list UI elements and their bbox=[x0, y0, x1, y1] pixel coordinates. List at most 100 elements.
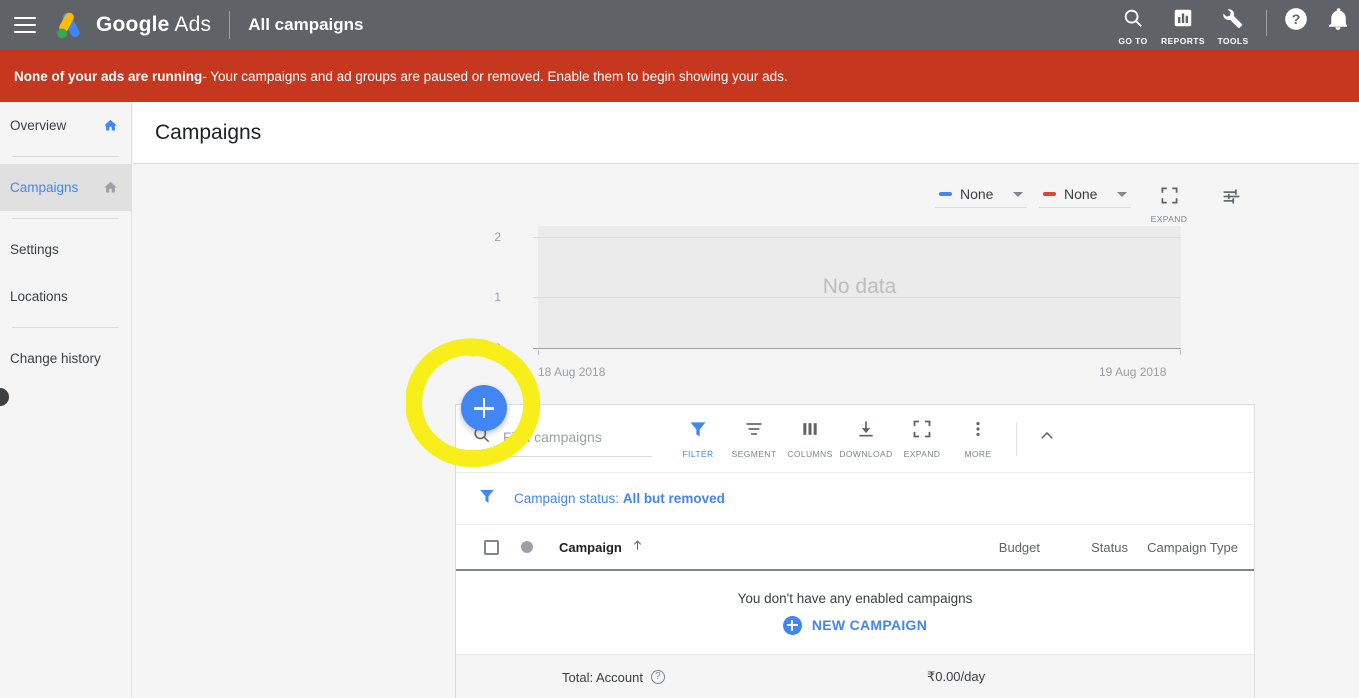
chart-ytick-1: 1 bbox=[494, 290, 501, 304]
chevron-down-icon bbox=[1013, 191, 1023, 197]
reports-button[interactable]: REPORTS bbox=[1158, 7, 1208, 46]
sidebar-item-campaigns[interactable]: Campaigns bbox=[0, 164, 131, 211]
download-icon bbox=[856, 419, 876, 444]
table-total-row: Total: Account ? ₹0.00/day bbox=[456, 655, 1254, 698]
total-account-value: ₹0.00/day bbox=[926, 669, 986, 684]
notifications-button[interactable] bbox=[1317, 0, 1359, 46]
sidebar-item-label: Overview bbox=[10, 118, 67, 133]
svg-text:?: ? bbox=[1292, 10, 1301, 26]
chart-tune-button[interactable] bbox=[1207, 186, 1255, 212]
table-tool-buttons: FILTER SEGMENT COLUMNS DOWNLOAD EXPAND M… bbox=[670, 419, 1067, 459]
sidebar-item-change-history[interactable]: Change history bbox=[0, 335, 131, 382]
table-expand-label: EXPAND bbox=[903, 448, 941, 459]
goto-button[interactable]: GO TO bbox=[1108, 7, 1158, 46]
chart-no-data-message: No data bbox=[822, 275, 897, 298]
segment-label: SEGMENT bbox=[731, 448, 777, 459]
help-button[interactable]: ? bbox=[1275, 0, 1317, 46]
filter-label: FILTER bbox=[682, 448, 714, 459]
help-question-icon: ? bbox=[1283, 6, 1309, 37]
sidebar-item-overview[interactable]: Overview bbox=[0, 102, 131, 149]
expand-icon bbox=[1160, 186, 1179, 210]
download-button[interactable]: DOWNLOAD bbox=[838, 419, 894, 459]
collapse-panel-button[interactable] bbox=[1027, 427, 1067, 450]
sidebar-divider bbox=[12, 156, 119, 157]
chart-xtick-label-start: 18 Aug 2018 bbox=[538, 365, 606, 379]
metric-primary-value: None bbox=[960, 186, 994, 202]
chart-xtick-mark bbox=[1180, 350, 1181, 355]
columns-button[interactable]: COLUMNS bbox=[782, 419, 838, 459]
select-all-checkbox[interactable] bbox=[484, 539, 499, 555]
more-button[interactable]: MORE bbox=[950, 419, 1006, 459]
sidebar-item-locations[interactable]: Locations bbox=[0, 273, 131, 320]
new-campaign-fab[interactable] bbox=[461, 385, 507, 431]
metric-color-swatch-blue bbox=[939, 192, 952, 196]
goto-label: GO TO bbox=[1118, 36, 1148, 46]
column-header-campaign[interactable]: Campaign bbox=[559, 539, 644, 555]
reports-label: REPORTS bbox=[1161, 36, 1205, 46]
search-campaigns-box[interactable] bbox=[472, 425, 652, 457]
tools-button[interactable]: TOOLS bbox=[1208, 7, 1258, 46]
empty-state: You don't have any enabled campaigns NEW… bbox=[456, 571, 1254, 655]
metric-color-swatch-red bbox=[1043, 192, 1056, 196]
columns-icon bbox=[800, 419, 820, 444]
more-label: MORE bbox=[964, 448, 992, 459]
chart-expand-label: EXPAND bbox=[1150, 214, 1188, 224]
hamburger-menu-icon[interactable] bbox=[14, 17, 36, 33]
arrow-up-icon bbox=[631, 539, 644, 555]
column-header-budget[interactable]: Budget bbox=[944, 540, 1040, 555]
tools-label: TOOLS bbox=[1217, 36, 1249, 46]
chart-xtick-label-end: 19 Aug 2018 bbox=[1099, 365, 1167, 379]
sidebar-item-label: Settings bbox=[10, 242, 59, 257]
all-campaigns-label: All campaigns bbox=[248, 15, 364, 34]
google-ads-logo bbox=[52, 8, 86, 42]
table-expand-button[interactable]: EXPAND bbox=[894, 419, 950, 459]
sidebar-item-settings[interactable]: Settings bbox=[0, 226, 131, 273]
column-header-status[interactable]: Status bbox=[1040, 540, 1128, 555]
column-header-campaign-type[interactable]: Campaign Type bbox=[1128, 540, 1238, 555]
filter-funnel-icon bbox=[478, 487, 496, 510]
new-campaign-button[interactable]: NEW CAMPAIGN bbox=[782, 615, 928, 635]
search-input[interactable] bbox=[503, 428, 643, 445]
filter-button[interactable]: FILTER bbox=[670, 419, 726, 459]
metric-selector-secondary[interactable]: None bbox=[1039, 186, 1131, 208]
active-filter-row: Campaign status: All but removed bbox=[456, 473, 1254, 525]
campaign-status-filter-chip[interactable]: Campaign status: All but removed bbox=[514, 491, 725, 506]
page-header: Campaigns bbox=[133, 102, 1359, 164]
sidebar-item-label: Change history bbox=[10, 351, 101, 366]
ads-not-running-alert: None of your ads are running - Your camp… bbox=[0, 50, 1359, 102]
wrench-tools-icon bbox=[1222, 7, 1244, 34]
total-account-label-group: Total: Account ? bbox=[562, 670, 665, 685]
total-account-label: Total: Account bbox=[562, 669, 643, 685]
sidebar-divider bbox=[12, 327, 119, 328]
metric-secondary-value: None bbox=[1064, 186, 1098, 202]
search-icon bbox=[1122, 7, 1144, 34]
toolbar-divider bbox=[1016, 421, 1017, 456]
chart-xtick-mark bbox=[538, 350, 539, 355]
brand-title: Google Ads bbox=[96, 13, 211, 37]
chart-ytick-2: 2 bbox=[494, 230, 501, 244]
sidebar-item-label: Locations bbox=[10, 289, 68, 304]
chart-expand-button[interactable]: EXPAND bbox=[1145, 186, 1193, 224]
help-question-icon[interactable]: ? bbox=[650, 670, 665, 684]
alert-detail: - Your campaigns and ad groups are pause… bbox=[202, 68, 788, 84]
chevron-up-icon bbox=[1038, 427, 1056, 450]
sidebar-divider bbox=[12, 218, 119, 219]
performance-chart: 2 1 0 No data 18 Aug 2018 19 Aug 2018 bbox=[133, 226, 1255, 391]
chart-x-axis bbox=[533, 348, 1181, 349]
filter-funnel-icon bbox=[688, 419, 708, 444]
alert-headline: None of your ads are running bbox=[14, 68, 203, 84]
bell-notification-icon bbox=[1325, 6, 1351, 37]
plus-icon bbox=[782, 615, 802, 635]
more-vertical-dots-icon bbox=[968, 419, 988, 444]
filter-prefix: Campaign status: bbox=[514, 491, 623, 506]
chevron-down-icon bbox=[1117, 191, 1127, 197]
new-campaign-label: NEW CAMPAIGN bbox=[811, 617, 928, 633]
metric-selector-primary[interactable]: None bbox=[935, 186, 1027, 208]
left-sidebar: Overview Campaigns Settings Locations Ch… bbox=[0, 102, 132, 698]
columns-label: COLUMNS bbox=[787, 448, 833, 459]
topbar-divider bbox=[229, 11, 231, 39]
segment-button[interactable]: SEGMENT bbox=[726, 419, 782, 459]
topbar-actions-divider bbox=[1266, 10, 1267, 36]
top-navigation-bar: Google Ads All campaigns GO TO REPORTS T… bbox=[0, 0, 1359, 50]
status-dot-header bbox=[521, 541, 533, 553]
